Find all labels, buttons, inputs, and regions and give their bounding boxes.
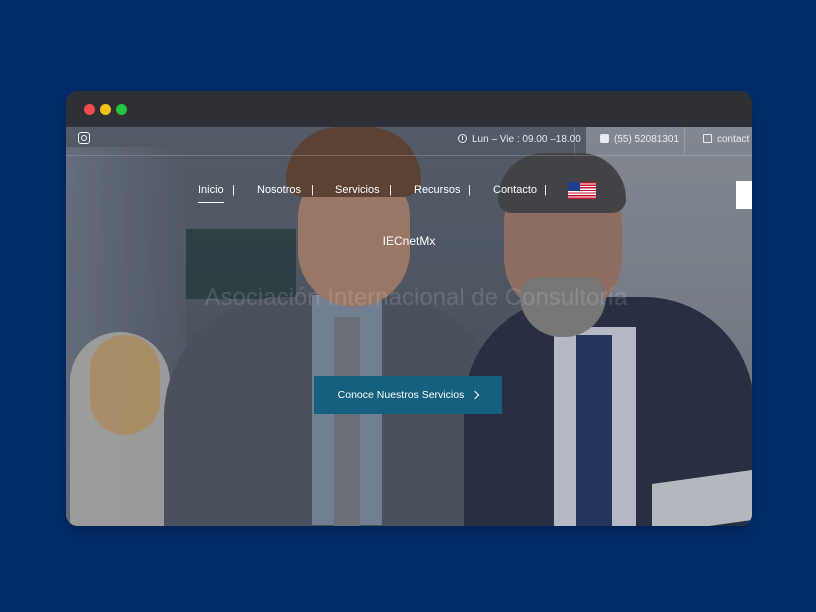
mail-icon	[703, 134, 712, 143]
brand-name: IECnetMx	[382, 234, 436, 248]
chevron-right-icon	[471, 390, 480, 400]
nav-separator: |	[389, 184, 392, 196]
business-hours-text: Lun – Vie : 09.00 –18.00	[472, 134, 581, 145]
nav-item-nosotros[interactable]: Nosotros	[257, 184, 301, 196]
nav-item-inicio[interactable]: Inicio	[198, 184, 224, 203]
business-hours: Lun – Vie : 09.00 –18.00	[458, 134, 581, 145]
clock-icon	[458, 134, 467, 143]
phone-icon	[600, 134, 609, 143]
main-navigation: Inicio | Nosotros | Servicios | Recursos…	[66, 182, 752, 204]
email-text: contact	[717, 134, 750, 145]
nav-item-servicios[interactable]: Servicios	[335, 184, 380, 196]
services-cta-label: Conoce Nuestros Servicios	[337, 389, 465, 401]
email-link[interactable]: contact	[703, 134, 749, 145]
instagram-icon[interactable]	[78, 132, 90, 144]
window-titlebar	[66, 91, 752, 127]
us-flag-icon[interactable]	[568, 182, 596, 199]
website-viewport: Lun – Vie : 09.00 –18.00 (55) 52081301 c…	[66, 127, 752, 526]
nav-separator: |	[468, 184, 471, 196]
close-window-button[interactable]	[84, 104, 95, 115]
services-cta-button[interactable]: Conoce Nuestros Servicios	[314, 376, 502, 414]
phone-link[interactable]: (55) 52081301	[600, 134, 679, 145]
minimize-window-button[interactable]	[100, 104, 111, 115]
nav-separator: |	[311, 184, 314, 196]
nav-item-contacto[interactable]: Contacto	[493, 184, 537, 196]
nav-item-recursos[interactable]: Recursos	[414, 184, 460, 196]
browser-window: Lun – Vie : 09.00 –18.00 (55) 52081301 c…	[66, 91, 752, 526]
phone-text: (55) 52081301	[614, 134, 680, 145]
side-menu-toggle[interactable]	[736, 181, 752, 209]
nav-separator: |	[232, 184, 235, 196]
divider	[684, 127, 685, 155]
maximize-window-button[interactable]	[116, 104, 127, 115]
page-background: Lun – Vie : 09.00 –18.00 (55) 52081301 c…	[0, 0, 816, 612]
hero-headline: Asociación Internacional de Consultoría	[204, 284, 628, 311]
top-info-bar: Lun – Vie : 09.00 –18.00 (55) 52081301 c…	[66, 127, 752, 156]
nav-separator: |	[544, 184, 547, 196]
